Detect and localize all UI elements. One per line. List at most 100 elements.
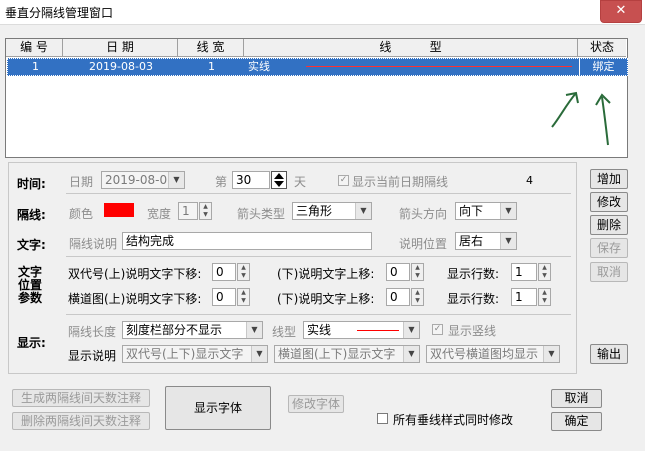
linetype-select[interactable]: 实线 ▼ — [303, 321, 420, 339]
divider — [66, 314, 571, 315]
length-label: 隔线长度 — [68, 325, 117, 339]
arrow-type-label: 箭头类型 — [237, 207, 286, 221]
add-button[interactable]: 增加 — [590, 169, 628, 189]
show-font-button[interactable]: 显示字体 — [165, 386, 271, 430]
date-picker[interactable]: 2019-08-03 ▼ — [101, 171, 185, 189]
position-label: 说明位置 — [399, 237, 448, 251]
time-section-label: 时间: — [17, 177, 46, 191]
chevron-down-icon: ▼ — [543, 346, 559, 362]
chevron-down-icon: ▼ — [403, 322, 419, 338]
col-header-status[interactable]: 状态 — [578, 39, 626, 57]
nth-label: 第 — [215, 175, 228, 189]
chevron-down-icon: ▼ — [403, 346, 419, 362]
col-header-type[interactable]: 线 型 — [244, 39, 578, 57]
save-button[interactable]: 保存 — [590, 238, 628, 258]
stepper-arrows-icon — [274, 173, 284, 187]
table-row[interactable]: 1 2019-08-03 1 实线 绑定 — [7, 58, 628, 76]
modify-button[interactable]: 修改 — [590, 192, 628, 212]
show-desc-label: 显示说明 — [68, 349, 117, 363]
chevron-down-icon: ▼ — [500, 233, 516, 249]
col-header-width[interactable]: 线 宽 — [178, 39, 244, 57]
r1b-label: (下)说明文字上移: — [277, 267, 375, 281]
divider — [66, 193, 571, 194]
r1b-input[interactable]: 0 — [386, 263, 410, 281]
show-desc-option-2[interactable]: 横道图(上下)显示文字 ▼ — [274, 345, 420, 363]
position-section-label: 文字 位置 参数 — [18, 265, 43, 305]
r2b-label: (下)说明文字上移: — [277, 292, 375, 306]
edit-font-button[interactable]: 修改字体 — [288, 395, 344, 413]
r1b-spinner[interactable]: ▲ ▼ — [411, 263, 424, 281]
row-status: 绑定 — [579, 59, 627, 75]
divider-count: 4 — [526, 174, 533, 187]
delete-button[interactable]: 删除 — [590, 215, 628, 235]
col-header-id[interactable]: 编 号 — [6, 39, 63, 57]
divider-section-label: 隔线: — [17, 208, 46, 222]
position-select[interactable]: 居右 ▼ — [455, 232, 517, 250]
day-stepper[interactable] — [271, 171, 287, 189]
show-desc-option-3[interactable]: 双代号横道图均显示 ▼ — [426, 345, 560, 363]
close-button[interactable]: ✕ — [600, 0, 642, 23]
arrow-type-select[interactable]: 三角形 ▼ — [292, 202, 372, 220]
row-type: 实线 — [248, 60, 270, 73]
color-label: 颜色 — [69, 207, 94, 221]
r2c-label: 显示行数: — [447, 292, 500, 306]
r1c-label: 显示行数: — [447, 267, 500, 281]
r2a-label: 横道图(上)说明文字下移: — [68, 292, 202, 306]
r1c-input[interactable]: 1 — [511, 263, 537, 281]
cancel-side-button[interactable]: 取消 — [590, 262, 628, 282]
width-label: 宽度 — [147, 207, 172, 221]
row-id: 1 — [32, 60, 39, 73]
window-title: 垂直分隔线管理窗口 — [5, 6, 114, 20]
row-line-sample — [306, 66, 572, 67]
arrow-direction-label: 箭头方向 — [399, 207, 448, 221]
date-label: 日期 — [69, 175, 94, 189]
arrow-direction-select[interactable]: 向下 ▼ — [455, 202, 517, 220]
handwritten-arrows — [551, 91, 611, 146]
sync-all-checkbox[interactable] — [377, 413, 388, 424]
row-width: 1 — [208, 60, 215, 73]
divider — [66, 256, 571, 257]
width-spinner[interactable]: ▲ ▼ — [199, 202, 212, 220]
chevron-down-icon: ▼ — [500, 203, 516, 219]
r2c-input[interactable]: 1 — [511, 288, 537, 306]
chevron-down-icon: ▼ — [355, 203, 371, 219]
r1a-spinner[interactable]: ▲ ▼ — [237, 263, 250, 281]
color-swatch[interactable] — [104, 203, 134, 217]
r2c-spinner[interactable]: ▲ ▼ — [538, 288, 551, 306]
divider-table: 编 号 日 期 线 宽 线 型 状态 1 2019-08-03 1 实线 绑定 — [5, 38, 628, 158]
r1a-label: 双代号(上)说明文字下移: — [68, 267, 202, 281]
show-desc-option-1[interactable]: 双代号(上下)显示文字 ▼ — [122, 345, 268, 363]
export-button[interactable]: 输出 — [590, 344, 628, 364]
show-current-date-checkbox[interactable]: ✓ — [338, 175, 349, 186]
display-section-label: 显示: — [17, 336, 46, 350]
col-header-date[interactable]: 日 期 — [63, 39, 178, 57]
desc-label: 隔线说明 — [69, 237, 118, 251]
r2a-input[interactable]: 0 — [212, 288, 236, 306]
linetype-sample — [357, 330, 399, 331]
text-section-label: 文字: — [17, 238, 46, 252]
linetype-label: 线型 — [272, 325, 297, 339]
cancel-button[interactable]: 取消 — [551, 389, 602, 408]
r1c-spinner[interactable]: ▲ ▼ — [538, 263, 551, 281]
ok-button[interactable]: 确定 — [551, 412, 602, 431]
chevron-down-icon: ▼ — [251, 346, 267, 362]
sync-all-label: 所有垂线样式同时修改 — [393, 413, 514, 427]
show-vertical-label: 显示竖线 — [448, 324, 497, 338]
delete-notes-button[interactable]: 删除两隔线间天数注释 — [12, 412, 150, 430]
description-input[interactable]: 结构完成 — [122, 232, 372, 250]
width-input[interactable]: 1 — [178, 202, 198, 220]
r2b-spinner[interactable]: ▲ ▼ — [411, 288, 424, 306]
show-current-date-label: 显示当前日期隔线 — [352, 175, 449, 189]
r1a-input[interactable]: 0 — [212, 263, 236, 281]
r2a-spinner[interactable]: ▲ ▼ — [237, 288, 250, 306]
generate-notes-button[interactable]: 生成两隔线间天数注释 — [12, 389, 150, 407]
chevron-down-icon: ▼ — [246, 322, 262, 338]
length-select[interactable]: 刻度栏部分不显示 ▼ — [122, 321, 263, 339]
chevron-down-icon: ▼ — [168, 172, 184, 188]
r2b-input[interactable]: 0 — [386, 288, 410, 306]
row-date: 2019-08-03 — [89, 60, 153, 73]
show-vertical-checkbox[interactable]: ✓ — [432, 324, 443, 335]
title-bar: 垂直分隔线管理窗口 ✕ — [0, 0, 645, 25]
nth-day-input[interactable]: 30 — [232, 171, 270, 189]
day-label: 天 — [294, 175, 307, 189]
